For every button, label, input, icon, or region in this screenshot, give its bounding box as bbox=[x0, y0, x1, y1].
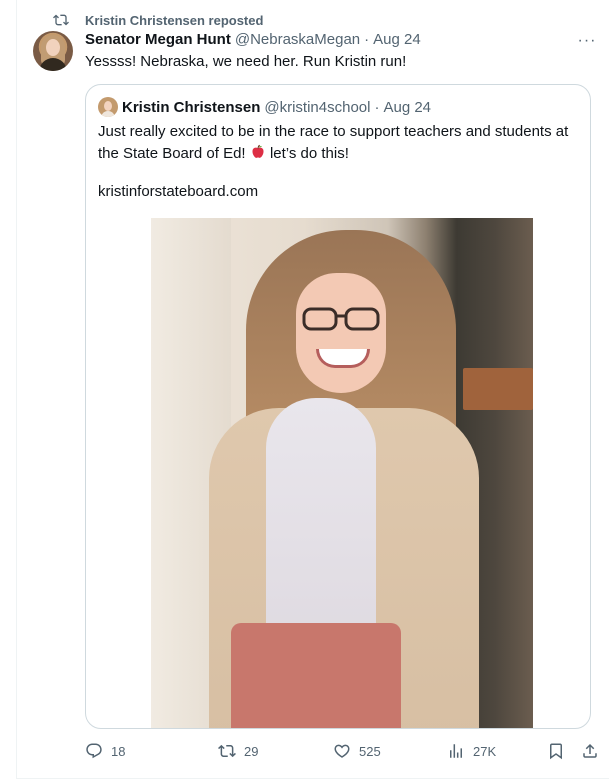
bookmark-button[interactable] bbox=[547, 738, 565, 764]
tweet-actions: 18 29 525 27K bbox=[85, 738, 605, 764]
quoted-author-handle: @kristin4school bbox=[264, 98, 371, 116]
repost-button[interactable]: 29 bbox=[218, 738, 258, 764]
like-count: 525 bbox=[359, 743, 381, 759]
quoted-text-line-2a: the State Board of Ed! bbox=[98, 145, 246, 162]
bookmark-icon bbox=[550, 743, 562, 760]
apple-icon bbox=[252, 144, 264, 158]
heart-icon bbox=[334, 744, 350, 758]
repost-count: 29 bbox=[244, 743, 259, 759]
views-count: 27K bbox=[473, 743, 497, 759]
tweet-date[interactable]: Aug 24 bbox=[373, 31, 421, 48]
quoted-tweet-header: Kristin Christensen @kristin4school · Au… bbox=[98, 97, 431, 117]
quoted-text-line-2b: let’s do this! bbox=[269, 145, 349, 162]
tweet-header: Senator Megan Hunt @NebraskaMegan · Aug … bbox=[85, 31, 421, 48]
social-context: Kristin Christensen reposted bbox=[53, 11, 263, 29]
tweet[interactable]: Kristin Christensen reposted Senator Meg… bbox=[16, 0, 609, 779]
quoted-author-name: Kristin Christensen bbox=[122, 98, 261, 116]
share-button[interactable] bbox=[581, 738, 599, 764]
tweet-text: Yessss! Nebraska, we need her. Run Krist… bbox=[85, 53, 407, 70]
share-icon bbox=[583, 743, 597, 758]
like-button[interactable]: 525 bbox=[333, 738, 381, 764]
quoted-text-line-2: the State Board of Ed! let’s do this! bbox=[98, 143, 582, 165]
quoted-text-line-1: Just really excited to be in the race to… bbox=[98, 123, 569, 140]
author-avatar[interactable] bbox=[33, 31, 73, 71]
repost-icon bbox=[218, 744, 236, 758]
quoted-tweet-photo[interactable] bbox=[151, 218, 533, 728]
quoted-author-avatar bbox=[98, 97, 118, 117]
more-options-icon[interactable]: ··· bbox=[572, 31, 602, 51]
quoted-tweet[interactable]: Kristin Christensen @kristin4school · Au… bbox=[85, 84, 591, 729]
author-handle[interactable]: @NebraskaMegan bbox=[235, 31, 360, 48]
separator-dot: · bbox=[364, 31, 370, 48]
quoted-tweet-link[interactable]: kristinforstateboard.com bbox=[98, 183, 258, 200]
reply-button[interactable]: 18 bbox=[85, 738, 125, 764]
quoted-tweet-date: Aug 24 bbox=[383, 98, 432, 116]
author-name[interactable]: Senator Megan Hunt bbox=[85, 31, 231, 48]
repost-icon bbox=[53, 14, 69, 26]
separator-dot: · bbox=[374, 98, 380, 116]
social-context-text[interactable]: Kristin Christensen reposted bbox=[85, 13, 263, 28]
quoted-tweet-text: Just really excited to be in the race to… bbox=[98, 121, 582, 165]
views-icon bbox=[450, 744, 462, 758]
reply-count: 18 bbox=[111, 743, 126, 759]
reply-icon bbox=[86, 743, 102, 759]
views-button[interactable]: 27K bbox=[447, 738, 496, 764]
